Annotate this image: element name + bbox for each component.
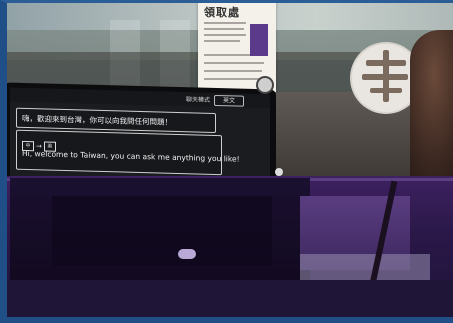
message-english: Hi, welcome to Taiwan, you can ask me an… (22, 148, 240, 164)
notice-title: 領取處 (204, 6, 240, 19)
microphone-tip (275, 168, 283, 176)
kiosk-panel (52, 196, 272, 266)
microphone-icon[interactable] (258, 78, 272, 92)
chat-bubble-chinese: 嗨，歡迎來到台灣，你可以向我問任何問題！ (16, 107, 216, 133)
screen-topbar: 聊天模式 英文 (10, 87, 270, 109)
chat-bubble-english: 中 → 英 Hi, welcome to Taiwan, you can ask m… (16, 129, 240, 176)
floor (0, 280, 453, 323)
kiosk-button[interactable] (178, 249, 196, 259)
logo-bar (383, 50, 389, 102)
message-chinese: 嗨，歡迎來到台灣，你可以向我問任何問題！ (22, 113, 172, 127)
translation-indicator: 中 → 英 (22, 135, 56, 152)
language-button[interactable]: 英文 (214, 94, 244, 107)
notice-badge (250, 24, 268, 56)
mode-label: 聊天模式 (186, 96, 211, 104)
kiosk-monitor: 聊天模式 英文 嗨，歡迎來到台灣，你可以向我問任何問題！ 中 → 英 Hi, wel… (4, 82, 276, 186)
person (410, 30, 453, 180)
kiosk-screen: 聊天模式 英文 嗨，歡迎來到台灣，你可以向我問任何問題！ 中 → 英 Hi, wel… (10, 87, 270, 186)
photo: 領取處 聊天模式 英文 嗨，歡迎來到台灣，你可以向我問任何問題！ 中 → 英 H… (0, 0, 453, 323)
